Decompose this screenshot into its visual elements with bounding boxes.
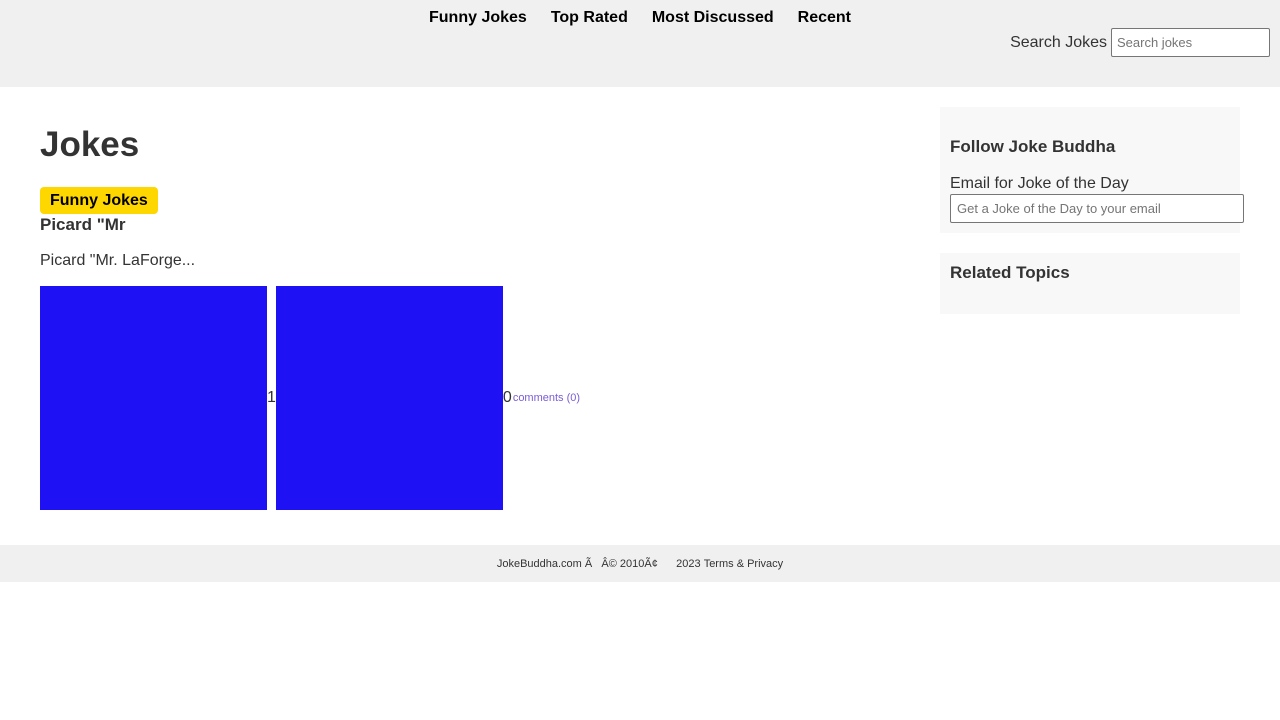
search-input[interactable] — [1111, 28, 1270, 57]
top-bar: Funny Jokes Top Rated Most Discussed Rec… — [0, 0, 1280, 87]
joke-title[interactable]: Picard "Mr — [40, 215, 126, 235]
vote-row: 1 0 comments (0) — [40, 286, 580, 510]
page-title: Jokes — [40, 125, 140, 164]
nav-recent[interactable]: Recent — [798, 9, 851, 27]
footer: JokeBuddha.com Ã Â© 2010Ã¢ 2023 Terms & … — [0, 545, 1280, 582]
email-field[interactable] — [950, 194, 1244, 223]
nav-top-rated[interactable]: Top Rated — [551, 9, 628, 27]
search-label: Search Jokes — [1010, 33, 1107, 51]
downvote-button[interactable] — [275, 286, 503, 510]
main-nav: Funny Jokes Top Rated Most Discussed Rec… — [417, 9, 863, 27]
related-topics-heading: Related Topics — [950, 263, 1070, 282]
nav-funny-jokes[interactable]: Funny Jokes — [429, 9, 527, 27]
category-tag[interactable]: Funny Jokes — [40, 187, 158, 214]
upvote-button[interactable] — [40, 286, 267, 510]
comments-link[interactable]: comments (0) — [513, 392, 580, 404]
follow-heading: Follow Joke Buddha — [950, 137, 1116, 156]
downvote-count: 0 — [502, 389, 512, 406]
copyright-text: JokeBuddha.com Ã Â© 2010Ã¢ 2023 — [496, 557, 704, 570]
upvote-count: 1 — [267, 389, 276, 406]
email-label: Email for Joke of the Day — [950, 175, 1129, 192]
joke-excerpt: Picard "Mr. LaForge... — [40, 252, 196, 269]
search-form: Search Jokes — [1010, 28, 1270, 57]
terms-privacy-link[interactable]: Terms & Privacy — [704, 558, 783, 570]
nav-most-discussed[interactable]: Most Discussed — [652, 9, 774, 27]
